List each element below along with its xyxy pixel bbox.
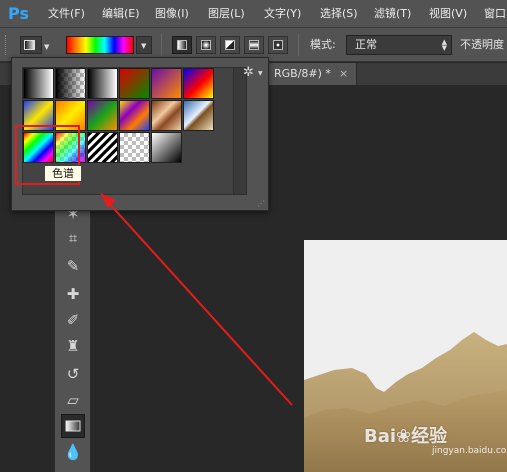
- gradient-preset-black-white[interactable]: [87, 68, 118, 99]
- eyedropper-tool[interactable]: ✎: [61, 254, 85, 278]
- mode-select[interactable]: 正常 ▲ ▼: [346, 35, 452, 55]
- chevron-down-icon[interactable]: ▼: [258, 70, 263, 77]
- spinner-arrows-icon: ▲ ▼: [441, 38, 447, 52]
- gradient-preset-foreground-to-background[interactable]: [23, 68, 54, 99]
- radial-gradient-button[interactable]: [196, 36, 216, 54]
- gradient-preset-foreground-to-transparent[interactable]: [55, 68, 86, 99]
- diamond-gradient-button[interactable]: [268, 36, 288, 54]
- brush-tool[interactable]: ✐: [61, 308, 85, 332]
- document-tab[interactable]: RGB/8#) * ×: [260, 63, 358, 85]
- diamond-gradient-icon: [273, 40, 283, 50]
- menu-filter[interactable]: 滤镜(T): [374, 7, 411, 21]
- gradient-preset-red-green[interactable]: [119, 68, 150, 99]
- photoshop-logo: Ps: [8, 4, 29, 23]
- baidu-watermark: Bai❀经验: [364, 426, 448, 447]
- gradient-preset-copper[interactable]: [151, 100, 182, 131]
- gradient-preview-swatch[interactable]: [66, 36, 134, 54]
- gradient-tool[interactable]: [61, 414, 85, 438]
- blur-tool[interactable]: 💧: [61, 440, 85, 464]
- chevron-down-icon[interactable]: ▼: [44, 43, 49, 51]
- opacity-label: 不透明度: [460, 38, 504, 51]
- history-brush-tool[interactable]: ↺: [61, 362, 85, 386]
- menu-image[interactable]: 图像(I): [155, 7, 189, 21]
- menu-file[interactable]: 文件(F): [48, 7, 85, 21]
- eraser-tool[interactable]: ▱: [61, 388, 85, 412]
- chevron-down-icon: ▼: [141, 42, 147, 50]
- gradient-preset-transparent-stripes[interactable]: [87, 132, 118, 163]
- resize-grip-icon[interactable]: ⋰: [257, 200, 265, 208]
- gradient-preset-blue-red-yellow[interactable]: [183, 68, 214, 99]
- preset-tooltip: 色谱: [44, 165, 82, 182]
- menu-layer[interactable]: 图层(L): [208, 7, 245, 21]
- menu-select[interactable]: 选择(S): [320, 7, 358, 21]
- gradient-tool-icon: [65, 420, 81, 432]
- radial-gradient-icon: [201, 40, 211, 50]
- reflected-gradient-button[interactable]: [244, 36, 264, 54]
- tools-panel: ✶ ⌗ ✎ ✚ ✐ ♜ ↺ ▱ 💧: [54, 196, 91, 472]
- linear-gradient-button[interactable]: [172, 36, 192, 54]
- clone-stamp-tool[interactable]: ♜: [61, 334, 85, 358]
- linear-gradient-icon: [177, 40, 187, 50]
- gradient-preset-violet-orange[interactable]: [151, 68, 182, 99]
- photoshop-window: Ps 文件(F) 编辑(E) 图像(I) 图层(L) 文字(Y) 选择(S) 滤…: [0, 0, 507, 472]
- mode-value: 正常: [355, 38, 377, 51]
- menu-view[interactable]: 视图(V): [429, 7, 467, 21]
- menu-window[interactable]: 窗口: [484, 7, 506, 21]
- reflected-gradient-icon: [249, 40, 259, 50]
- gradient-preset-transparent-checker[interactable]: [119, 132, 150, 163]
- gradient-preset-violet-green-orange[interactable]: [87, 100, 118, 131]
- gear-icon[interactable]: ✲: [243, 66, 254, 80]
- menu-edit[interactable]: 编辑(E): [102, 7, 140, 21]
- crop-tool[interactable]: ⌗: [61, 226, 85, 250]
- divider: [161, 34, 162, 56]
- presets-scrollbar[interactable]: [233, 68, 246, 194]
- baidu-watermark-url: jingyan.baidu.com: [432, 446, 507, 456]
- angle-gradient-icon: [225, 40, 235, 50]
- mode-label: 模式:: [310, 38, 336, 51]
- menu-bar: Ps 文件(F) 编辑(E) 图像(I) 图层(L) 文字(Y) 选择(S) 滤…: [0, 0, 507, 28]
- options-bar-grip[interactable]: [5, 35, 9, 55]
- tool-preset-picker[interactable]: [20, 36, 42, 54]
- gradient-picker-dropdown[interactable]: ▼: [136, 36, 152, 54]
- angle-gradient-button[interactable]: [220, 36, 240, 54]
- menu-type[interactable]: 文字(Y): [264, 7, 301, 21]
- gradient-preset-black-to-white[interactable]: [151, 132, 182, 163]
- gradient-tool-icon: [24, 40, 35, 50]
- healing-brush-tool[interactable]: ✚: [61, 282, 85, 306]
- close-icon[interactable]: ×: [339, 67, 348, 80]
- gradient-preset-yellow-violet-orange-blue[interactable]: [119, 100, 150, 131]
- gradient-preset-chrome[interactable]: [183, 100, 214, 131]
- divider: [298, 34, 299, 56]
- document-tab-title: RGB/8#) *: [274, 67, 331, 80]
